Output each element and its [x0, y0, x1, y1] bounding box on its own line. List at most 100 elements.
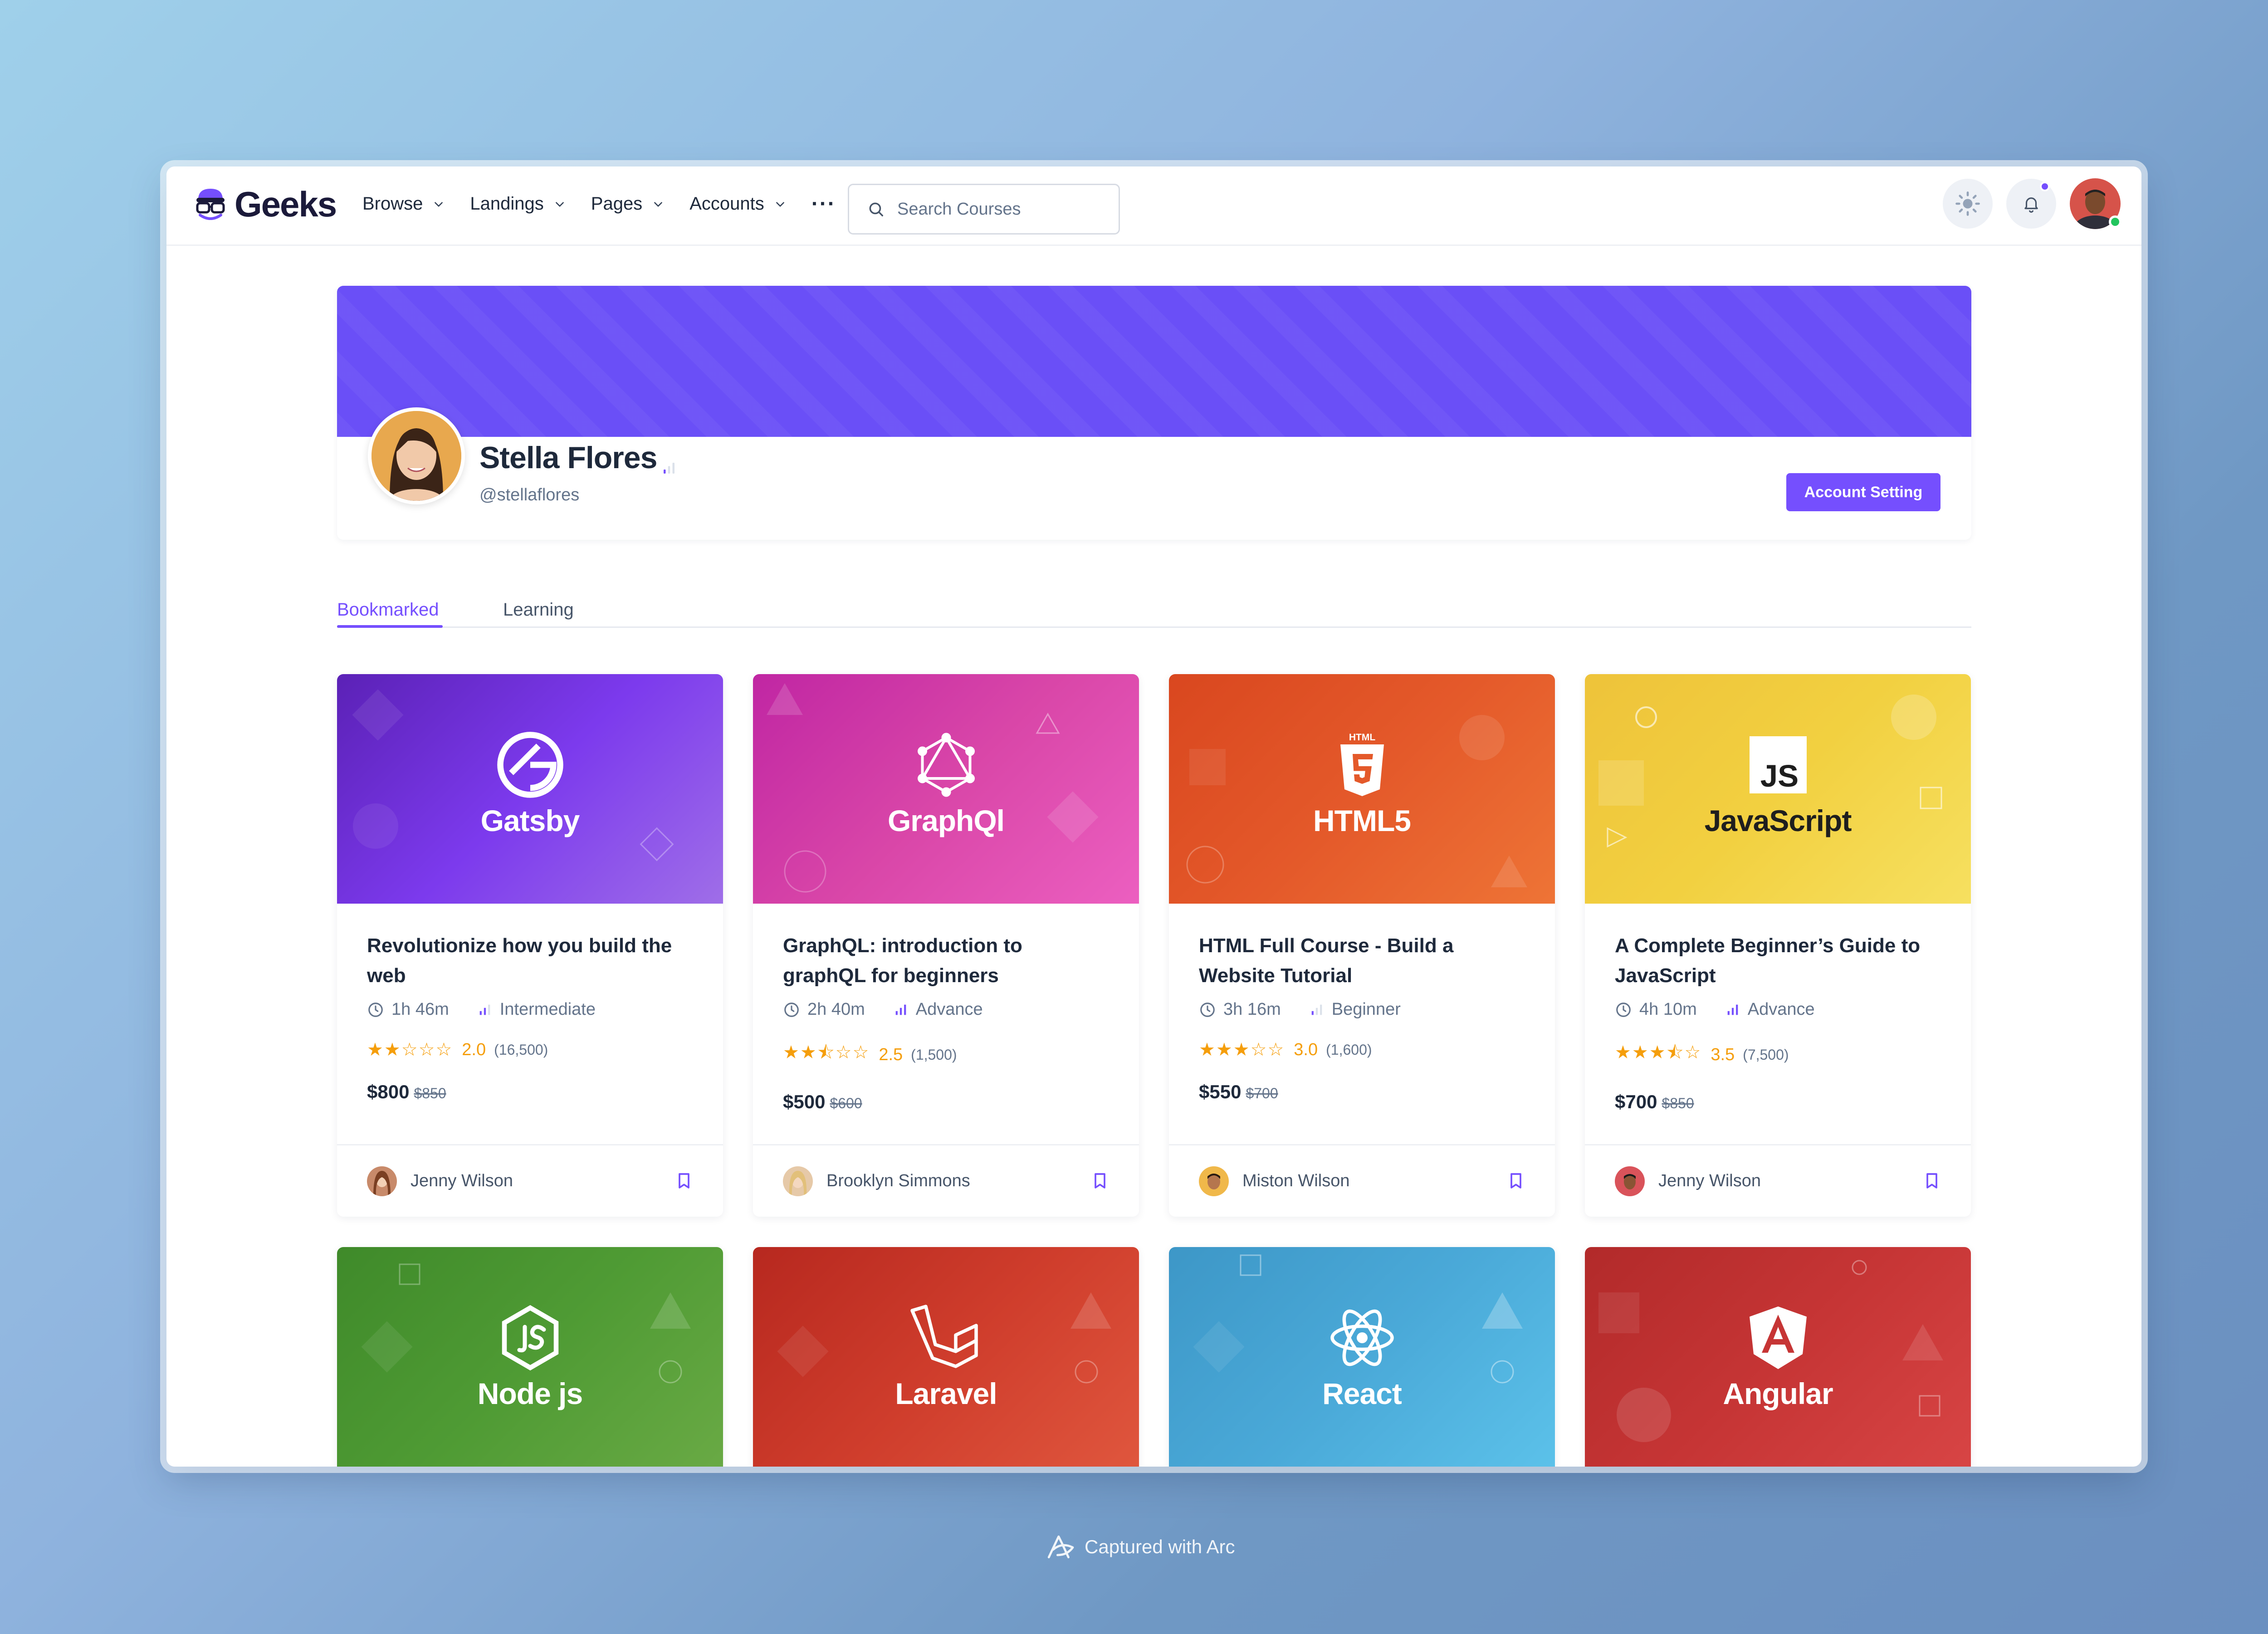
- triangle-decoration: [1482, 1292, 1523, 1329]
- triangle-decoration: [650, 1292, 691, 1329]
- course-meta: 1h 46m Intermediate: [367, 1000, 693, 1019]
- course-card[interactable]: Node js: [337, 1247, 723, 1467]
- html5-logo-icon: HTML: [1340, 732, 1384, 796]
- nav-accounts[interactable]: Accounts: [689, 194, 786, 214]
- square-decoration: [399, 1263, 420, 1285]
- triangle-decoration: [1902, 1324, 1943, 1360]
- theme-toggle-button[interactable]: [1943, 179, 1993, 229]
- rating-value: 3.0: [1294, 1040, 1318, 1059]
- level-bars-icon: [1311, 1004, 1322, 1015]
- course-thumbnail: Angular: [1585, 1247, 1971, 1467]
- course-thumbnail: HTML HTML5: [1169, 674, 1555, 904]
- author-name[interactable]: Jenny Wilson: [1658, 1171, 1761, 1191]
- nav-landings[interactable]: Landings: [470, 194, 565, 214]
- triangle-decoration: [1070, 1292, 1111, 1329]
- course-card[interactable]: GraphQl GraphQL: introduction to graphQL…: [753, 674, 1139, 1217]
- more-menu-button[interactable]: ···: [811, 193, 836, 215]
- author-name[interactable]: Jenny Wilson: [411, 1171, 513, 1191]
- current-price: $550: [1199, 1081, 1242, 1102]
- nav-browse-label: Browse: [362, 194, 423, 214]
- bookmark-icon[interactable]: [1923, 1171, 1941, 1191]
- course-title[interactable]: A Complete Beginner’s Guide to JavaScrip…: [1615, 931, 1941, 991]
- course-title[interactable]: HTML Full Course - Build a Website Tutor…: [1199, 931, 1525, 991]
- arc-caption-text: Captured with Arc: [1085, 1536, 1235, 1557]
- circle-decoration: [659, 1360, 682, 1384]
- course-level: Advance: [1747, 1000, 1815, 1019]
- course-card[interactable]: Angular: [1585, 1247, 1971, 1467]
- nav-browse[interactable]: Browse: [362, 194, 445, 214]
- circle-decoration: [353, 803, 398, 849]
- course-title[interactable]: GraphQL: introduction to graphQL for beg…: [783, 931, 1109, 991]
- review-count: (1,500): [911, 1046, 957, 1063]
- course-title[interactable]: Revolutionize how you build the web: [367, 931, 693, 991]
- diamond-decoration: [1193, 1321, 1245, 1373]
- sun-icon: [1955, 191, 1980, 216]
- profile-handle: @stellaflores: [479, 485, 580, 504]
- bookmark-icon[interactable]: [1091, 1171, 1109, 1191]
- square-decoration: [1919, 1395, 1941, 1417]
- clock-icon: [1200, 1002, 1215, 1017]
- course-meta: 3h 16m Beginner: [1199, 1000, 1525, 1019]
- review-count: (7,500): [1743, 1046, 1789, 1063]
- course-card[interactable]: React: [1169, 1247, 1555, 1467]
- star-rating-icon: ★★⯪☆☆: [783, 1042, 870, 1062]
- level-bars-icon: [895, 1004, 906, 1015]
- course-card[interactable]: JS JavaScript A Complete Beginner’s Guid…: [1585, 674, 1971, 1217]
- course-thumbnail: JS JavaScript: [1585, 674, 1971, 904]
- course-duration: 3h 16m: [1223, 1000, 1281, 1019]
- course-thumbnail: GraphQl: [753, 674, 1139, 904]
- tab-learning[interactable]: Learning: [503, 600, 574, 620]
- rating-value: 2.0: [462, 1040, 486, 1059]
- author-name[interactable]: Miston Wilson: [1242, 1171, 1350, 1191]
- notification-dot: [2040, 181, 2050, 191]
- course-rating: ★★★⯪☆ 3.5 (7,500): [1615, 1039, 1941, 1070]
- course-card[interactable]: Laravel: [753, 1247, 1139, 1467]
- course-brand-label: GraphQl: [887, 804, 1005, 837]
- course-card-body: GraphQL: introduction to graphQL for beg…: [753, 904, 1139, 1144]
- circle-decoration: [1891, 695, 1936, 740]
- grid-square-decoration: [1189, 749, 1226, 785]
- course-meta: 4h 10m Advance: [1615, 1000, 1941, 1019]
- bookmark-icon[interactable]: [675, 1171, 693, 1191]
- level-bars-icon: [479, 1004, 490, 1015]
- chevron-down-icon: [776, 201, 784, 207]
- javascript-logo-icon: JS: [1749, 736, 1807, 793]
- nav-pages[interactable]: Pages: [591, 194, 664, 214]
- browser-window: Geeks Browse Landings Pages Accounts ···: [166, 166, 2141, 1467]
- diamond-decoration: [777, 1326, 829, 1377]
- bookmark-icon[interactable]: [1507, 1171, 1525, 1191]
- current-price: $800: [367, 1081, 410, 1102]
- tab-bookmarked[interactable]: Bookmarked: [337, 600, 439, 620]
- circle-decoration: [1491, 1360, 1514, 1384]
- star-rating-icon: ★★★⯪☆: [1615, 1042, 1702, 1062]
- top-navbar: Geeks Browse Landings Pages Accounts ···: [166, 166, 2141, 246]
- gatsby-logo-icon: [497, 732, 563, 798]
- nodejs-logo-icon: [502, 1305, 558, 1371]
- search-input[interactable]: [897, 199, 1106, 219]
- circle-decoration: [1635, 706, 1657, 728]
- review-count: (16,500): [494, 1041, 548, 1058]
- author-avatar: [1615, 1166, 1645, 1196]
- profile-tabs: Bookmarked Learning: [337, 592, 1971, 628]
- profile-banner: [337, 286, 1971, 437]
- search-box[interactable]: [848, 184, 1120, 235]
- current-price: $700: [1615, 1091, 1657, 1112]
- nav-pages-label: Pages: [591, 194, 643, 214]
- old-price: $700: [1246, 1085, 1278, 1101]
- notifications-button[interactable]: [2006, 179, 2056, 229]
- brand-logo[interactable]: Geeks: [194, 184, 337, 225]
- author-name[interactable]: Brooklyn Simmons: [826, 1171, 970, 1191]
- course-card[interactable]: HTML HTML5 HTML Full Course - Build a We…: [1169, 674, 1555, 1217]
- account-setting-button[interactable]: Account Setting: [1786, 473, 1941, 511]
- old-price: $850: [1662, 1095, 1694, 1111]
- course-thumbnail: Laravel: [753, 1247, 1139, 1467]
- course-card[interactable]: Gatsby Revolutionize how you build the w…: [337, 674, 723, 1217]
- online-status-dot: [2109, 215, 2121, 228]
- chevron-down-icon: [555, 201, 564, 207]
- profile-photo: [371, 411, 461, 501]
- graphql-logo-icon: [917, 733, 975, 797]
- user-avatar[interactable]: [2070, 178, 2121, 229]
- nav-actions: [1943, 178, 2121, 229]
- diamond-decoration: [352, 689, 404, 741]
- circle-decoration: [1459, 715, 1505, 760]
